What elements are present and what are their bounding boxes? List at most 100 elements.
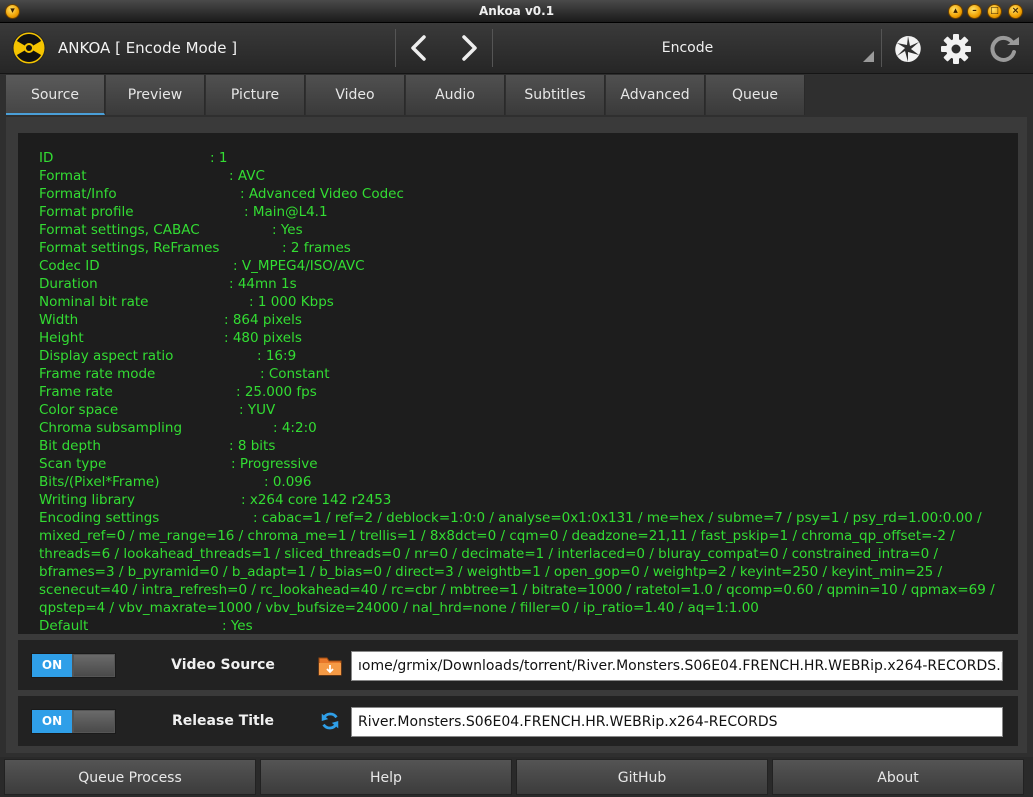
tab-source[interactable]: Source — [6, 75, 105, 115]
media-info-line: Codec ID : V_MPEG4/ISO/AVC — [39, 257, 1018, 275]
shade-button[interactable]: ▴ — [948, 4, 963, 19]
back-arrow-icon[interactable] — [402, 31, 436, 65]
queue-process-button[interactable]: Queue Process — [4, 759, 256, 795]
media-info-lines: ID : 1 Format : AVC Format/Info : Advanced Vi… — [18, 133, 1018, 634]
close-button[interactable]: × — [1008, 4, 1023, 19]
media-info-key: Duration — [39, 276, 98, 292]
release-title-row: ON Release Title River.Monsters.S06E04.F… — [18, 696, 1018, 746]
media-info-line: Format/Info : Advanced Video Codec — [39, 185, 1018, 203]
media-info-key: Chroma subsampling — [39, 420, 183, 436]
media-info-line: Default : Yes — [39, 617, 1018, 634]
media-info-value: : Advanced Video Codec — [240, 186, 404, 202]
media-info-key: Height — [39, 330, 84, 346]
release-title-toggle[interactable]: ON — [31, 709, 116, 734]
media-info-line: Color space : YUV — [39, 401, 1018, 419]
mode-selector[interactable]: Encode — [495, 23, 880, 73]
media-info-value: : 1 — [210, 150, 228, 166]
video-source-row: ON Video Source ıome/grmix/Downloads/tor… — [18, 640, 1018, 690]
aperture-icon[interactable] — [892, 33, 924, 65]
release-title-input[interactable]: River.Monsters.S06E04.FRENCH.HR.WEBRip.x… — [351, 707, 1003, 737]
media-info-value: : V_MPEG4/ISO/AVC — [233, 258, 365, 274]
media-info-line: ID : 1 — [39, 149, 1018, 167]
media-info-line: Format settings, CABAC : Yes — [39, 221, 1018, 239]
media-info-key: Format — [39, 168, 87, 184]
dropdown-corner-icon — [863, 51, 874, 62]
media-info-key: Format settings, ReFrames — [39, 240, 220, 256]
tab-video[interactable]: Video — [306, 75, 405, 115]
media-info-value: : Main@L4.1 — [244, 204, 328, 220]
media-info-value: : 25.000 fps — [236, 384, 317, 400]
refresh-icon[interactable] — [988, 33, 1020, 65]
media-info-value: : AVC — [229, 168, 265, 184]
tab-subtitles[interactable]: Subtitles — [506, 75, 605, 115]
media-info-key: Bit depth — [39, 438, 101, 454]
media-info-value: : 8 bits — [229, 438, 276, 454]
video-source-input[interactable]: ıome/grmix/Downloads/torrent/River.Monst… — [351, 651, 1003, 681]
media-info-line: Duration : 44mn 1s — [39, 275, 1018, 293]
header-divider — [395, 29, 396, 67]
video-source-toggle[interactable]: ON — [31, 653, 116, 678]
media-info-key: Default — [39, 618, 89, 634]
media-info-line: Display aspect ratio: 16:9 — [39, 347, 1018, 365]
tab-advanced[interactable]: Advanced — [606, 75, 705, 115]
media-info-key: Encoding settings — [39, 510, 160, 526]
media-info-key: Format profile — [39, 204, 134, 220]
source-panel: ID : 1 Format : AVC Format/Info : Advanced Vi… — [6, 117, 1027, 753]
toggle-knob — [74, 655, 114, 676]
release-title-label: Release Title — [171, 713, 275, 729]
media-info-key: Bits/(Pixel*Frame) — [39, 474, 160, 490]
media-info-value: : YUV — [239, 402, 276, 418]
media-info-key: Frame rate mode — [39, 366, 156, 382]
media-info-key: Width — [39, 312, 79, 328]
tab-audio[interactable]: Audio — [406, 75, 505, 115]
about-button[interactable]: About — [772, 759, 1024, 795]
media-info-key: Nominal bit rate — [39, 294, 149, 310]
media-info-value: : 2 frames — [282, 240, 351, 256]
media-info-line: Height : 480 pixels — [39, 329, 1018, 347]
github-button[interactable]: GitHub — [516, 759, 768, 795]
media-info-value: : 480 pixels — [224, 330, 302, 346]
media-info-line: Nominal bit rate : 1 000 Kbps — [39, 293, 1018, 311]
media-info-key: Display aspect ratio — [39, 348, 174, 364]
media-info-key: Codec ID — [39, 258, 100, 274]
app-title: ANKOA [ Encode Mode ] — [58, 39, 238, 57]
media-info-line: Bits/(Pixel*Frame) : 0.096 — [39, 473, 1018, 491]
media-info-value: : Constant — [260, 366, 330, 382]
media-info-line: Chroma subsampling : 4:2:0 — [39, 419, 1018, 437]
header-divider — [881, 29, 882, 67]
media-info-line: Format settings, ReFrames : 2 frames — [39, 239, 1018, 257]
tab-picture[interactable]: Picture — [206, 75, 305, 115]
media-info-line: Format profile : Main@L4.1 — [39, 203, 1018, 221]
media-info-key: Color space — [39, 402, 119, 418]
media-info-line: Format : AVC — [39, 167, 1018, 185]
media-info-value: : Yes — [272, 222, 303, 238]
header-divider — [492, 29, 493, 67]
tab-queue[interactable]: Queue — [706, 75, 805, 115]
media-info-value: : x264 core 142 r2453 — [241, 492, 392, 508]
window-title: Ankoa v0.1 — [478, 4, 555, 18]
tab-preview[interactable]: Preview — [106, 75, 205, 115]
media-info-value: : 4:2:0 — [273, 420, 317, 436]
media-info-value: : Yes — [222, 618, 253, 634]
toggle-on-label: ON — [32, 710, 72, 733]
help-button[interactable]: Help — [260, 759, 512, 795]
media-info-value: : 1 000 Kbps — [249, 294, 334, 310]
media-info-box[interactable]: ID : 1 Format : AVC Format/Info : Advanced Vi… — [18, 133, 1018, 634]
media-info-value: : 0.096 — [264, 474, 312, 490]
sync-icon[interactable] — [318, 710, 342, 732]
minimize-button[interactable]: – — [967, 4, 982, 19]
settings-gear-icon[interactable] — [940, 33, 972, 65]
media-info-key: Format settings, CABAC — [39, 222, 200, 238]
radiation-logo-icon — [12, 31, 46, 65]
media-info-key: Format/Info — [39, 186, 117, 202]
media-info-line: Width : 864 pixels — [39, 311, 1018, 329]
media-info-line: Bit depth : 8 bits — [39, 437, 1018, 455]
forward-arrow-icon[interactable] — [452, 31, 486, 65]
media-info-line: Frame rate mode : Constant — [39, 365, 1018, 383]
media-info-value: : 864 pixels — [224, 312, 302, 328]
video-source-label: Video Source — [171, 657, 275, 673]
maximize-button[interactable]: □ — [987, 4, 1002, 19]
folder-open-icon[interactable] — [318, 654, 342, 676]
media-info-key: ID — [39, 150, 54, 166]
media-info-value: : 44mn 1s — [229, 276, 297, 292]
